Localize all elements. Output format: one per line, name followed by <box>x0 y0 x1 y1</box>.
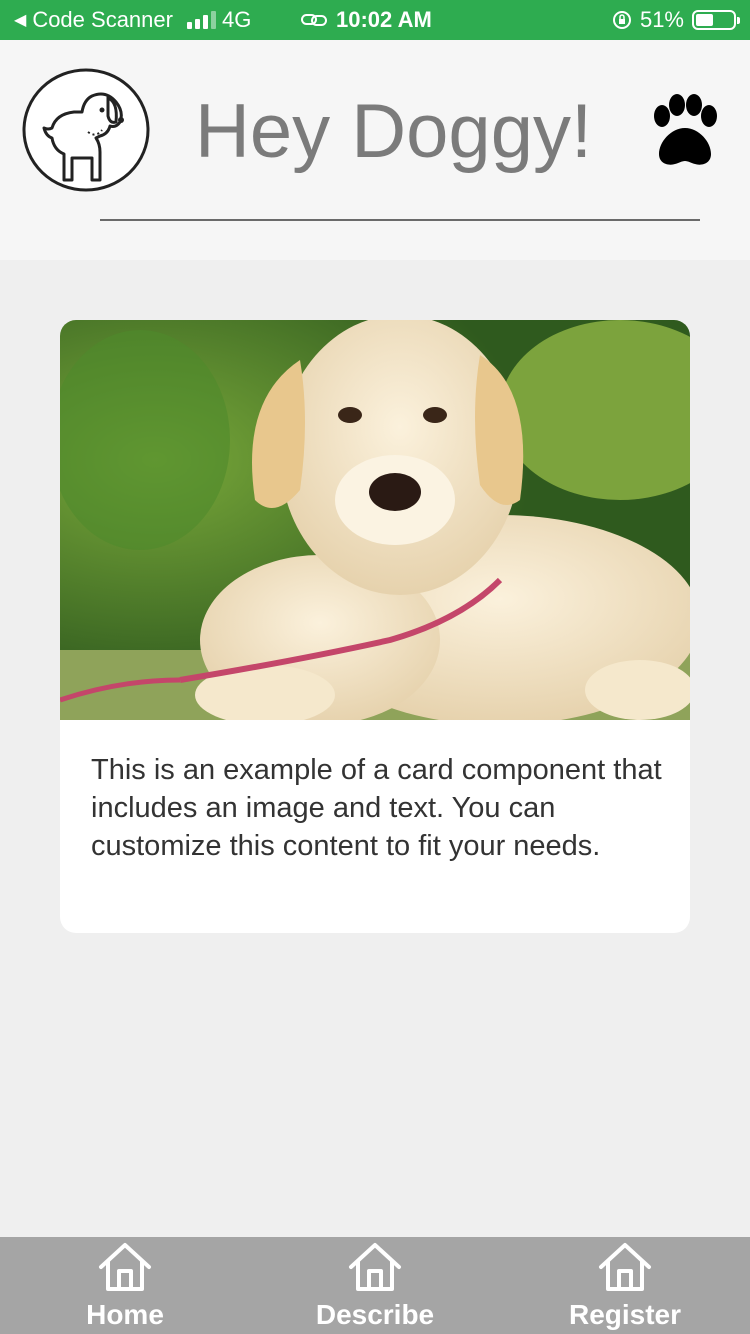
network-label: 4G <box>221 7 252 32</box>
status-bar-right: 51% <box>612 0 740 40</box>
tab-register[interactable]: Register <box>500 1237 750 1334</box>
header-divider <box>100 219 700 221</box>
link-icon <box>301 14 327 26</box>
app-title: Hey Doggy! <box>195 89 593 174</box>
card-description: This is an example of a card component t… <box>91 754 662 862</box>
content-card[interactable]: This is an example of a card component t… <box>60 320 690 933</box>
dog-icon <box>22 68 150 192</box>
status-bar-center: 10:02 AM <box>300 0 432 40</box>
status-bar-left[interactable]: ◀ Code Scanner 4G <box>14 0 251 40</box>
tab-label: Home <box>86 1299 164 1330</box>
tab-label: Register <box>568 1299 682 1330</box>
battery-percent: 51% <box>639 7 684 32</box>
clock: 10:02 AM <box>336 7 432 32</box>
tab-label: Describe <box>315 1299 435 1330</box>
back-app-label[interactable]: Code Scanner <box>32 7 173 33</box>
signal-icon <box>186 11 216 29</box>
home-icon <box>599 1243 651 1291</box>
app-header: Hey Doggy! <box>0 40 750 260</box>
puppy-photo <box>60 320 690 720</box>
tab-home[interactable]: Home <box>0 1237 250 1334</box>
status-bar: ◀ Code Scanner 4G 10:02 AM 51% <box>0 0 750 40</box>
back-arrow-icon[interactable]: ◀ <box>14 10 26 30</box>
battery-icon <box>692 10 740 30</box>
rotation-lock-icon <box>612 11 631 29</box>
paw-icon[interactable] <box>644 94 726 168</box>
bottom-tab-bar: Home Describe Register <box>0 1237 750 1334</box>
home-icon <box>349 1243 401 1291</box>
tab-describe[interactable]: Describe <box>250 1237 500 1334</box>
home-icon <box>99 1243 151 1291</box>
